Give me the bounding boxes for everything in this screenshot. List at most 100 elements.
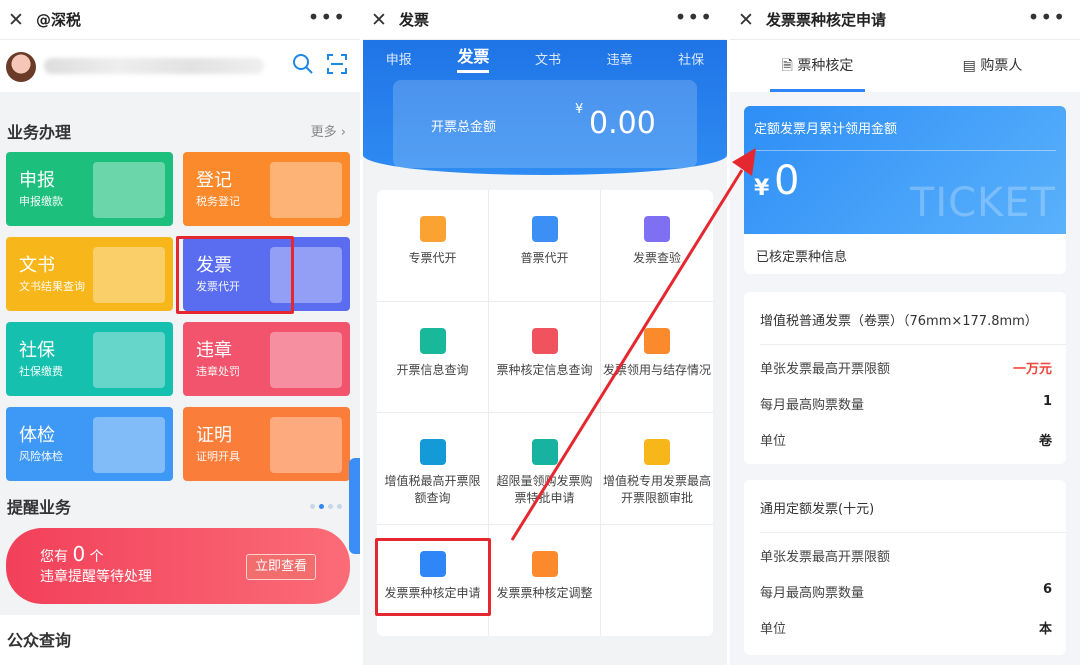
- ticket-wrench-icon: [531, 550, 558, 577]
- tab-documents[interactable]: 文书: [535, 49, 561, 68]
- tile-register[interactable]: 登记 税务登记: [183, 152, 350, 226]
- monthly-amount-title: 定额发票月累计领用金额: [754, 122, 898, 137]
- close-icon[interactable]: ✕: [8, 9, 32, 31]
- tile-subtitle: 社保缴费: [19, 365, 63, 378]
- panel-type-apply: ✕ 发票票种核定申请 ••• 🗎 票种核定 ▤ 购票人 定额发票月累计领用金额 …: [730, 0, 1080, 665]
- info-row: 每月最高购票数量 6: [760, 582, 1052, 601]
- top-bar: ✕ 发票 •••: [363, 0, 727, 40]
- ticket-watermark: TICKET: [909, 180, 1056, 226]
- grid-item-label: 超限量领购发票购票特批申请: [496, 474, 593, 505]
- stethoscope-illustration: [93, 417, 165, 473]
- more-link[interactable]: 更多 ›: [311, 121, 346, 140]
- grid-item-special-invoice[interactable]: 专票代开: [377, 190, 489, 302]
- tile-subtitle: 证明开具: [196, 450, 240, 463]
- grid-item-type-adjust[interactable]: 发票票种核定调整: [489, 524, 601, 636]
- tile-violation[interactable]: 违章 违章处罚: [183, 322, 350, 396]
- invoice-type-card: 通用定额发票(十元) 单张发票最高开票限额 每月最高购票数量 6 单位本: [744, 480, 1066, 655]
- info-row: 单张发票最高开票限额: [760, 550, 891, 565]
- panel-home: ✕ @深税 ••• 业务办理 更多 › 申报 申报缴款 登记 税务登记 文书 文…: [0, 0, 360, 665]
- tile-title: 文书: [19, 255, 55, 276]
- scan-icon[interactable]: [326, 53, 348, 80]
- divider-line: [754, 150, 1056, 151]
- id-card-icon: ▤: [962, 58, 981, 74]
- user-bar: [0, 40, 360, 92]
- page-title: 发票票种核定申请: [766, 11, 887, 29]
- grid-item-vat-limit[interactable]: 增值税最高开票限额查询: [377, 413, 489, 525]
- grid-item-usage-balance[interactable]: 发票领用与结存情况: [601, 302, 713, 413]
- sub-tabs: 🗎 票种核定 ▤ 购票人: [730, 40, 1080, 92]
- card-illustration: [93, 332, 165, 388]
- total-amount-card: 开票总金额 ¥ 0.00: [393, 80, 697, 168]
- ticket-icon: [531, 216, 558, 242]
- more-options-icon[interactable]: •••: [675, 5, 713, 29]
- invoice-type-title: 增值税普通发票（卷票）（76mm×177.8mm）: [760, 314, 1038, 329]
- total-amount-value: 0.00: [589, 106, 656, 141]
- tab-buyer[interactable]: ▤ 购票人: [905, 40, 1080, 92]
- blurred-username: [44, 58, 264, 74]
- tile-documents[interactable]: 文书 文书结果查询: [6, 237, 173, 311]
- document-search-icon: [419, 327, 446, 354]
- highlight-box: [176, 236, 294, 314]
- info-row: 单位卷: [760, 434, 1052, 449]
- side-float-tab[interactable]: [349, 458, 360, 554]
- tab-social-security[interactable]: 社保: [678, 49, 704, 68]
- section-title-reminders: 提醒业务: [7, 498, 72, 517]
- tab-invoice[interactable]: 发票: [457, 43, 490, 73]
- view-now-button[interactable]: 立即查看: [246, 554, 316, 580]
- reminder-banner[interactable]: 您有 0 个 违章提醒等待处理 立即查看: [6, 528, 350, 604]
- grid-item-invoice-check[interactable]: 发票查验: [601, 190, 713, 302]
- tile-subtitle: 申报缴款: [19, 195, 63, 208]
- tile-declare[interactable]: 申报 申报缴款: [6, 152, 173, 226]
- grid-item-label: 专票代开: [408, 251, 457, 265]
- carousel-dots: [310, 504, 342, 509]
- tile-subtitle: 税务登记: [196, 195, 240, 208]
- info-row: 单位本: [760, 622, 1052, 637]
- approved-types-label: 已核定票种信息: [756, 250, 848, 265]
- currency-symbol: ¥: [754, 176, 770, 201]
- tab-declare[interactable]: 申报: [386, 49, 412, 68]
- tile-title: 社保: [19, 340, 55, 361]
- tab-ticket-type[interactable]: 🗎 票种核定: [730, 40, 905, 92]
- divider-line: [760, 344, 1066, 345]
- grid-item-label: 增值税专用发票最高开票限额审批: [603, 474, 712, 505]
- grid-item-empty: [601, 525, 713, 637]
- grid-item-label: 发票票种核定调整: [496, 585, 593, 600]
- public-query-bar: 公众查询: [0, 615, 360, 665]
- tab-violation[interactable]: 违章: [607, 49, 633, 68]
- grid-item-over-limit[interactable]: 超限量领购发票购票特批申请: [489, 413, 601, 525]
- more-options-icon[interactable]: •••: [1028, 5, 1066, 29]
- close-icon[interactable]: ✕: [738, 9, 762, 31]
- avatar[interactable]: [6, 52, 36, 82]
- tile-subtitle: 文书结果查询: [19, 280, 85, 293]
- close-icon[interactable]: ✕: [371, 9, 395, 31]
- ticket-type-icon: 🗎: [781, 58, 798, 74]
- total-amount-label: 开票总金额: [431, 120, 497, 135]
- reminder-line2: 违章提醒等待处理: [40, 569, 152, 585]
- person-illustration: [93, 162, 165, 218]
- tile-certificate[interactable]: 证明 证明开具: [183, 407, 350, 481]
- blue-header: 申报 发票 文书 违章 社保 开票总金额 ¥ 0.00: [363, 40, 727, 175]
- ticket-search-icon: [531, 327, 558, 354]
- tile-title: 体检: [19, 425, 55, 446]
- currency-symbol: ¥: [575, 102, 584, 117]
- reminder-line1: 您有 0 个: [40, 542, 104, 566]
- more-options-icon[interactable]: •••: [308, 5, 346, 29]
- grid-item-normal-invoice[interactable]: 普票代开: [489, 190, 601, 302]
- page-title: @深税: [36, 11, 82, 29]
- grid-item-billing-info[interactable]: 开票信息查询: [377, 301, 489, 413]
- top-bar: ✕ 发票票种核定申请 •••: [730, 0, 1080, 40]
- invoice-type-title: 通用定额发票(十元): [760, 502, 875, 517]
- grid-item-label: 增值税最高开票限额查询: [384, 474, 481, 505]
- search-icon[interactable]: [292, 53, 314, 80]
- document-eye-icon: [644, 216, 670, 242]
- tile-social-security[interactable]: 社保 社保缴费: [6, 322, 173, 396]
- monthly-amount-card: 定额发票月累计领用金额 ¥ 0 TICKET 已核定票种信息: [744, 106, 1066, 274]
- grid-item-label: 普票代开: [520, 251, 569, 265]
- grid-item-vat-approval[interactable]: 增值税专用发票最高开票限额审批: [601, 413, 713, 525]
- divider-line: [760, 532, 1066, 533]
- tile-checkup[interactable]: 体检 风险体检: [6, 407, 173, 481]
- page-title: 发票: [399, 11, 430, 29]
- category-tabs: 申报 发票 文书 违章 社保: [363, 40, 727, 76]
- tile-title: 证明: [196, 425, 232, 446]
- grid-item-type-info[interactable]: 票种核定信息查询: [489, 301, 601, 413]
